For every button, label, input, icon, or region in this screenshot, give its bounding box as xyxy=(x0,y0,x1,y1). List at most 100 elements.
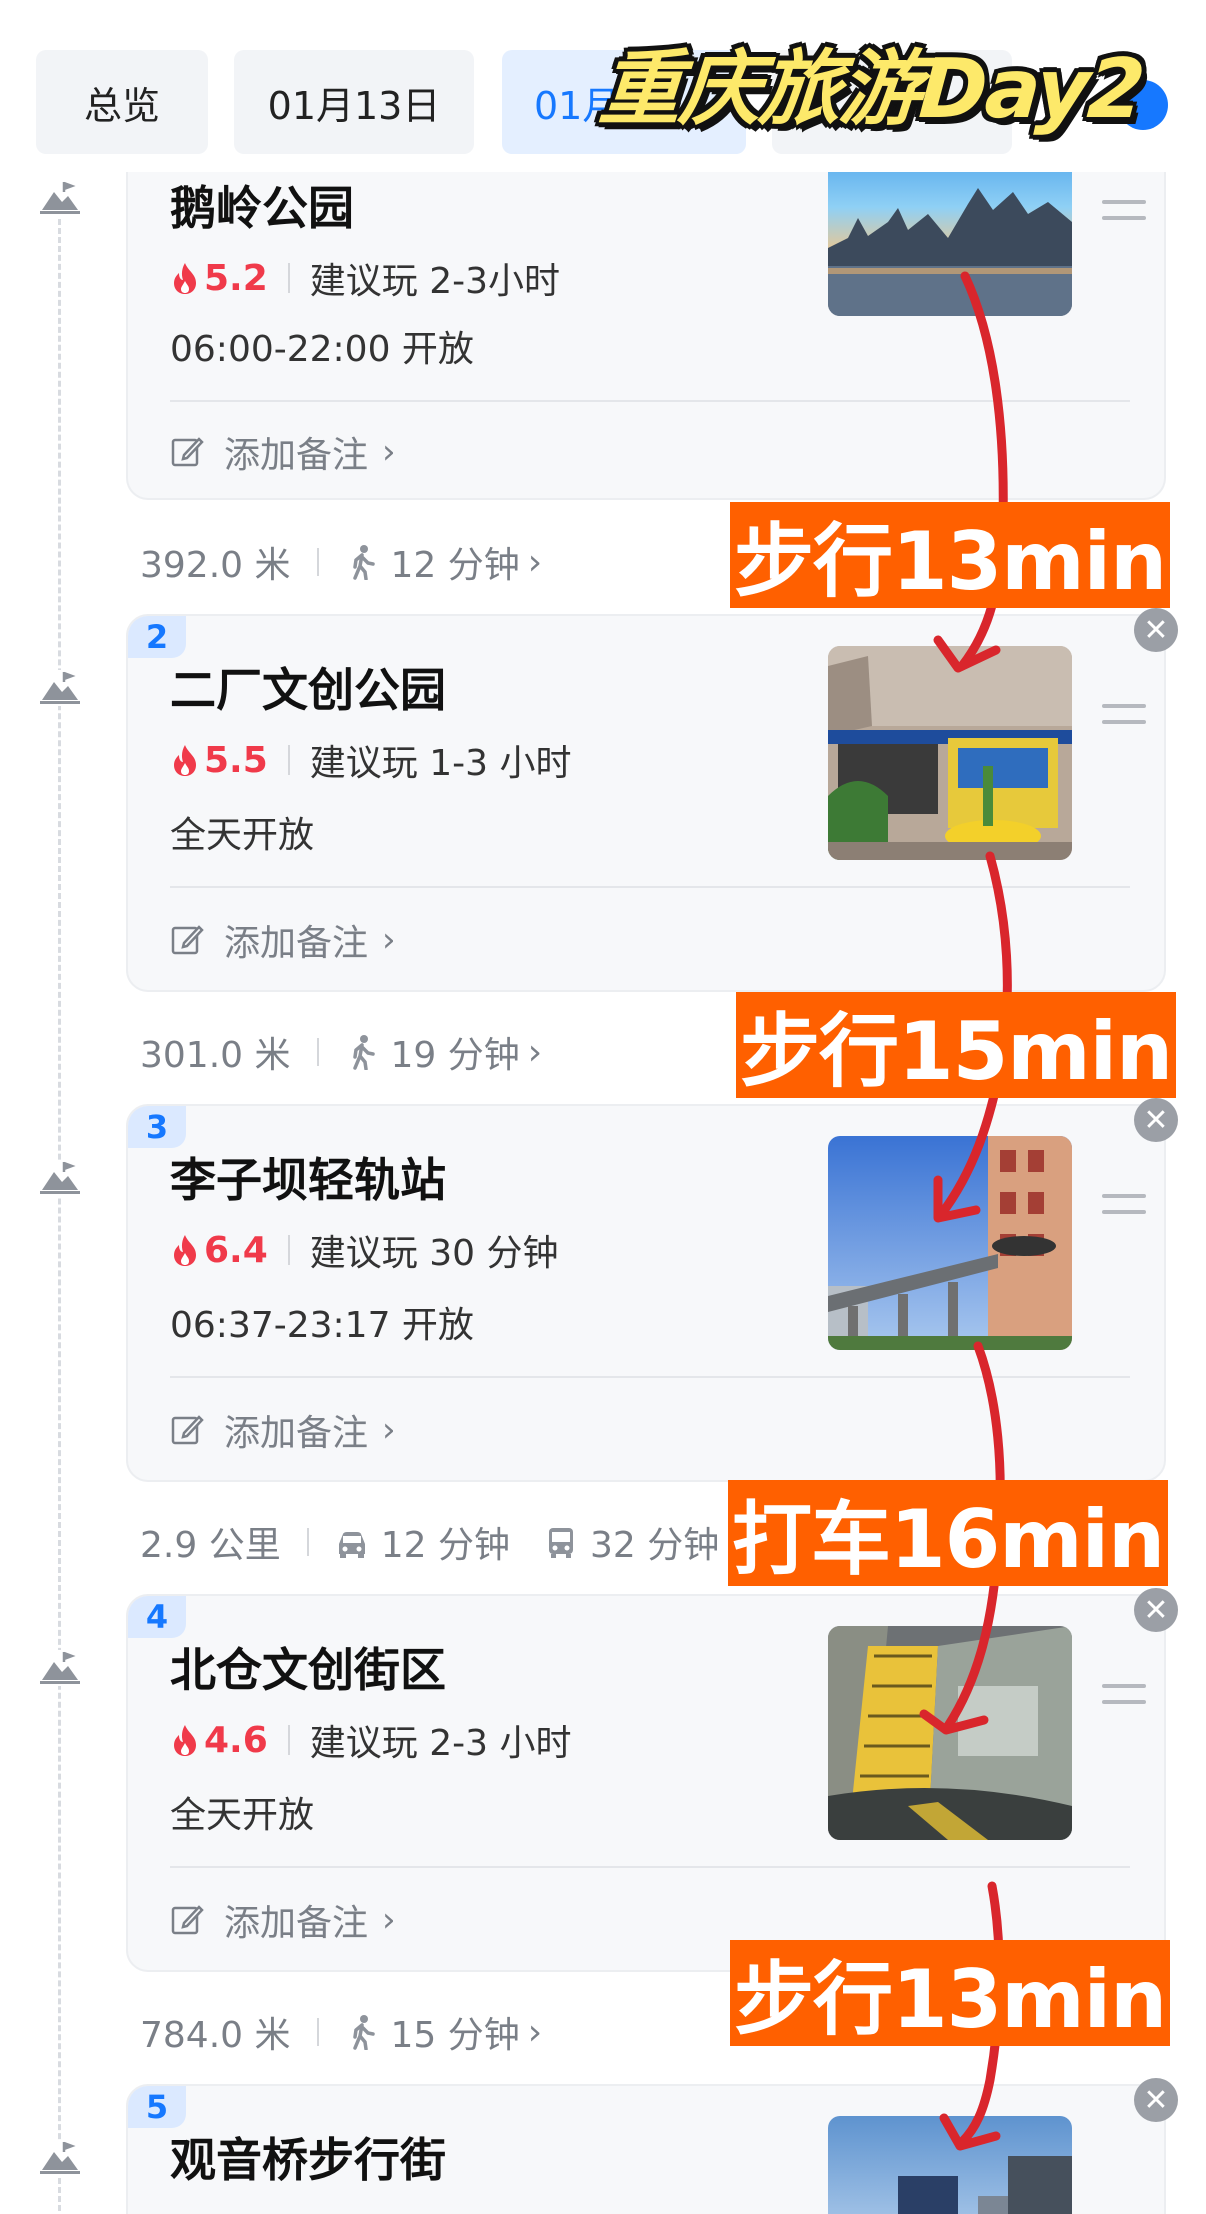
scenic-spot-icon xyxy=(38,1650,82,1686)
divider xyxy=(306,1528,309,1556)
scenic-spot-icon xyxy=(38,670,82,706)
scenic-spot-icon xyxy=(38,1160,82,1196)
poi-duration: 建议玩 2-3小时 xyxy=(309,261,561,302)
poi-hours: 06:00-22:00 开放 xyxy=(170,329,474,370)
walking-icon xyxy=(352,2015,375,2050)
flame-icon xyxy=(174,1235,196,1266)
poi-card[interactable]: 5 观音桥步行街 xyxy=(126,2084,1166,2214)
drag-handle-icon[interactable] xyxy=(1102,704,1146,734)
route-time-annotation: 打车16min xyxy=(728,1480,1168,1586)
poi-heat-value: 5.5 xyxy=(204,739,268,781)
transit-row[interactable]: 301.0 米 19 分钟 › xyxy=(140,1026,542,1078)
divider xyxy=(287,263,290,293)
drag-handle-icon[interactable] xyxy=(1102,1684,1146,1714)
add-note-label: 添加备注 xyxy=(224,1903,369,1944)
transit-bus-time: 32 分钟 xyxy=(589,1525,720,1566)
walking-icon xyxy=(352,1035,375,1070)
drag-handle-icon[interactable] xyxy=(1102,200,1146,230)
poi-index-badge: 3 xyxy=(128,1106,186,1148)
poi-duration: 建议玩 1-3 小时 xyxy=(309,743,572,784)
flame-icon xyxy=(174,745,196,776)
scenic-spot-icon xyxy=(38,180,82,216)
edit-icon xyxy=(171,437,204,467)
poi-index-badge: 2 xyxy=(128,616,186,658)
poi-card[interactable]: 2 二厂文创公园 5.5 建议玩 1-3 小时 全天开放 添加备注 › xyxy=(126,614,1166,992)
chevron-right-icon: › xyxy=(382,432,396,472)
route-time-annotation: 步行15min xyxy=(736,992,1176,1098)
close-icon[interactable]: ✕ xyxy=(1134,1098,1178,1142)
poi-name: 二厂文创公园 xyxy=(170,663,446,717)
chevron-right-icon: › xyxy=(382,1900,396,1940)
add-note-button[interactable]: 添加备注 › xyxy=(170,914,396,966)
edit-icon xyxy=(171,1905,204,1935)
tab-day1-label: 01月13日 xyxy=(267,83,441,128)
poi-index-badge: 5 xyxy=(128,2086,186,2128)
transit-distance: 2.9 公里 xyxy=(140,1525,281,1566)
chevron-right-icon: › xyxy=(382,920,396,960)
card-divider xyxy=(170,886,1130,888)
poi-duration: 建议玩 30 分钟 xyxy=(309,1233,559,1274)
chevron-right-icon: › xyxy=(527,2011,543,2053)
close-icon[interactable]: ✕ xyxy=(1134,1588,1178,1632)
scenic-spot-icon xyxy=(38,2140,82,2176)
transit-row[interactable]: 2.9 公里 12 分钟 32 分钟 › xyxy=(140,1516,742,1568)
flame-icon xyxy=(174,1725,196,1756)
flame-icon xyxy=(174,263,196,294)
drag-handle-icon[interactable] xyxy=(1102,1194,1146,1224)
poi-photo[interactable] xyxy=(828,1626,1072,1840)
poi-photo[interactable] xyxy=(828,646,1072,860)
route-time-annotation: 步行13min xyxy=(730,502,1170,608)
card-divider xyxy=(170,1866,1130,1868)
tab-overview[interactable]: 总览 xyxy=(36,50,208,154)
edit-icon xyxy=(171,1415,204,1445)
divider xyxy=(287,745,290,775)
poi-heat-value: 6.4 xyxy=(204,1229,268,1271)
close-icon[interactable]: ✕ xyxy=(1134,2078,1178,2122)
card-divider xyxy=(170,1376,1130,1378)
add-note-label: 添加备注 xyxy=(224,435,369,476)
poi-name: 北仓文创街区 xyxy=(170,1643,446,1697)
card-divider xyxy=(170,400,1130,402)
close-icon[interactable]: ✕ xyxy=(1134,608,1178,652)
add-note-button[interactable]: 添加备注 › xyxy=(170,426,396,478)
poi-card[interactable]: 3 李子坝轻轨站 6.4 建议玩 30 分钟 06:37-23:17 开放 添加… xyxy=(126,1104,1166,1482)
poi-heat-row: 5.2 建议玩 2-3小时 xyxy=(170,252,560,304)
bus-icon xyxy=(548,1528,573,1558)
chevron-right-icon: › xyxy=(527,1031,543,1073)
divider xyxy=(287,1235,290,1265)
poi-heat-row: 5.5 建议玩 1-3 小时 xyxy=(170,734,571,786)
poi-heat-value: 4.6 xyxy=(204,1719,268,1761)
poi-duration: 建议玩 2-3 小时 xyxy=(309,1723,572,1764)
transit-distance: 784.0 米 xyxy=(140,2015,291,2056)
transit-row[interactable]: 784.0 米 15 分钟 › xyxy=(140,2006,542,2058)
poi-name: 鹅岭公园 xyxy=(170,181,354,235)
divider xyxy=(316,1038,319,1066)
poi-name: 李子坝轻轨站 xyxy=(170,1153,446,1207)
poi-heat-value: 5.2 xyxy=(204,257,268,299)
transit-row[interactable]: 392.0 米 12 分钟 › xyxy=(140,536,542,588)
tab-day1[interactable]: 01月13日 xyxy=(234,50,474,154)
timeline-line xyxy=(58,210,61,2214)
tab-overview-label: 总览 xyxy=(83,83,160,128)
chevron-right-icon: › xyxy=(382,1410,396,1450)
poi-hours: 全天开放 xyxy=(170,1795,315,1836)
car-icon xyxy=(338,1532,365,1558)
transit-distance: 392.0 米 xyxy=(140,545,291,586)
overlay-title: 重庆旅游Day2 xyxy=(596,42,1147,137)
poi-name: 观音桥步行街 xyxy=(170,2133,446,2187)
divider xyxy=(316,2018,319,2046)
add-note-label: 添加备注 xyxy=(224,923,369,964)
poi-card[interactable]: 4 北仓文创街区 4.6 建议玩 2-3 小时 全天开放 添加备注 › xyxy=(126,1594,1166,1972)
add-note-button[interactable]: 添加备注 › xyxy=(170,1404,396,1456)
poi-hours: 全天开放 xyxy=(170,815,315,856)
poi-photo[interactable] xyxy=(828,2116,1072,2214)
poi-heat-row: 6.4 建议玩 30 分钟 xyxy=(170,1224,558,1276)
transit-walk-time: 12 分钟 xyxy=(390,545,520,586)
poi-photo[interactable] xyxy=(828,1136,1072,1350)
poi-card[interactable]: 鹅岭公园 5.2 建议玩 2-3小时 06:00-22:00 开放 添加备注 › xyxy=(126,118,1166,500)
add-note-button[interactable]: 添加备注 › xyxy=(170,1894,396,1946)
route-time-annotation: 步行13min xyxy=(730,1940,1170,2046)
walking-icon xyxy=(352,545,375,580)
poi-hours: 06:37-23:17 开放 xyxy=(170,1305,474,1346)
poi-heat-row: 4.6 建议玩 2-3 小时 xyxy=(170,1714,571,1766)
